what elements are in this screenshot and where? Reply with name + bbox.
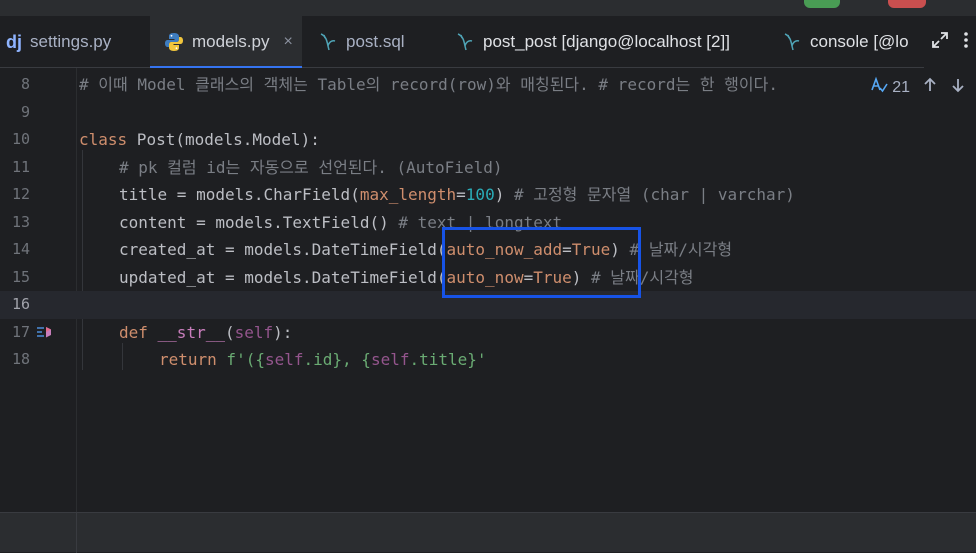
line-number: 13 bbox=[11, 212, 30, 231]
code-token: 100 bbox=[465, 185, 495, 204]
status-bar bbox=[0, 512, 976, 553]
code-token: title = models.CharField( bbox=[119, 185, 360, 204]
code-token: created_at = models.DateTimeField( bbox=[119, 240, 447, 259]
code-text: # pk 컬럼 id는 자동으로 선언된다. (AutoField) bbox=[119, 157, 503, 177]
code-token: = bbox=[456, 185, 466, 204]
tab-settings-py[interactable]: dj settings.py bbox=[0, 16, 150, 68]
string-token: .id}, { bbox=[303, 350, 371, 369]
tab-label: post_post [django@localhost [2]] bbox=[483, 32, 730, 51]
editor-tab-bar: dj settings.py models.py × post.sql post… bbox=[0, 16, 976, 69]
spellcheck-icon bbox=[870, 76, 888, 99]
override-method-icon[interactable] bbox=[36, 324, 54, 345]
self-token: self bbox=[370, 350, 410, 369]
code-token: ( bbox=[224, 322, 235, 342]
close-tab-icon[interactable]: × bbox=[283, 33, 292, 51]
keyword: return bbox=[159, 350, 217, 369]
string-token: .title}' bbox=[409, 350, 487, 369]
window-title-strip bbox=[0, 0, 976, 16]
tab-post-sql[interactable]: post.sql bbox=[318, 16, 448, 68]
highlight-box bbox=[442, 227, 641, 298]
keyword: class bbox=[79, 130, 128, 149]
code-line: 12 title = models.CharField(max_length=1… bbox=[0, 181, 976, 209]
python-icon bbox=[164, 32, 184, 52]
line-number: 9 bbox=[20, 102, 30, 121]
code-token: content = models.TextField() bbox=[119, 212, 399, 232]
inspection-count: 21 bbox=[892, 78, 910, 96]
code-line: 17 def __str__(self): bbox=[0, 319, 976, 347]
class-declaration: Post(models.Model): bbox=[127, 130, 320, 149]
code-text: class Post(models.Model): bbox=[79, 126, 320, 154]
code-line: 9 bbox=[0, 99, 976, 127]
next-highlight-icon[interactable] bbox=[950, 77, 966, 98]
tab-label: models.py bbox=[192, 32, 270, 51]
tab-console[interactable]: console [@lo bbox=[782, 16, 932, 68]
self-token: self bbox=[234, 322, 274, 342]
sql-file-icon bbox=[455, 32, 475, 52]
window-button-red[interactable] bbox=[888, 0, 926, 8]
line-number: 17 bbox=[11, 322, 30, 341]
more-options-icon[interactable] bbox=[963, 31, 969, 54]
code-line: 11 # pk 컬럼 id는 자동으로 선언된다. (AutoField) bbox=[0, 154, 976, 182]
tab-post-post[interactable]: post_post [django@localhost [2]] bbox=[455, 16, 765, 68]
code-token: ) bbox=[494, 185, 514, 204]
code-text: return f'({self.id}, {self.title}' bbox=[159, 346, 487, 374]
line-number: 18 bbox=[11, 350, 30, 368]
expand-icon[interactable] bbox=[931, 31, 949, 54]
code-text: title = models.CharField(max_length=100)… bbox=[119, 181, 795, 209]
tab-models-py[interactable]: models.py × bbox=[150, 16, 302, 69]
code-line: 8 # 이때 Model 클래스의 객체는 Table의 record(row)… bbox=[0, 71, 976, 99]
code-token: updated_at = models.DateTimeField( bbox=[119, 267, 447, 287]
code-text: def __str__(self): bbox=[119, 319, 292, 347]
self-token: self bbox=[264, 350, 304, 369]
line-number: 10 bbox=[11, 130, 30, 148]
line-number: 14 bbox=[11, 240, 30, 258]
code-line: 10 class Post(models.Model): bbox=[0, 126, 976, 154]
line-number: 12 bbox=[11, 185, 30, 203]
keyword: def bbox=[119, 322, 148, 342]
inspection-widget[interactable]: 21 bbox=[870, 76, 966, 99]
method-name: __str__ bbox=[147, 322, 225, 342]
string-token: f'({ bbox=[216, 350, 265, 369]
tab-label: settings.py bbox=[30, 32, 112, 51]
line-number: 16 bbox=[11, 295, 30, 313]
code-token: ): bbox=[273, 322, 293, 342]
previous-highlight-icon[interactable] bbox=[922, 77, 938, 98]
sql-file-icon bbox=[318, 32, 338, 52]
line-number: 15 bbox=[11, 267, 30, 286]
code-comment: # 날짜/시각형 bbox=[629, 240, 733, 259]
gutter-divider bbox=[76, 513, 77, 553]
tab-actions bbox=[924, 16, 976, 68]
code-line: 18 return f'({self.id}, {self.title}' bbox=[0, 346, 976, 374]
code-token: max_length bbox=[359, 185, 457, 204]
code-text: # 이때 Model 클래스의 객체는 Table의 record(row)와 … bbox=[79, 75, 778, 94]
line-number: 8 bbox=[20, 75, 30, 93]
code-comment: # 고정형 문자열 (char | varchar) bbox=[513, 185, 795, 204]
window-button-green[interactable] bbox=[804, 0, 840, 8]
tab-label: console [@lo bbox=[810, 32, 909, 51]
django-icon: dj bbox=[6, 31, 22, 52]
tab-label: post.sql bbox=[346, 32, 405, 51]
line-number: 11 bbox=[11, 157, 30, 176]
sql-file-icon bbox=[782, 32, 802, 52]
